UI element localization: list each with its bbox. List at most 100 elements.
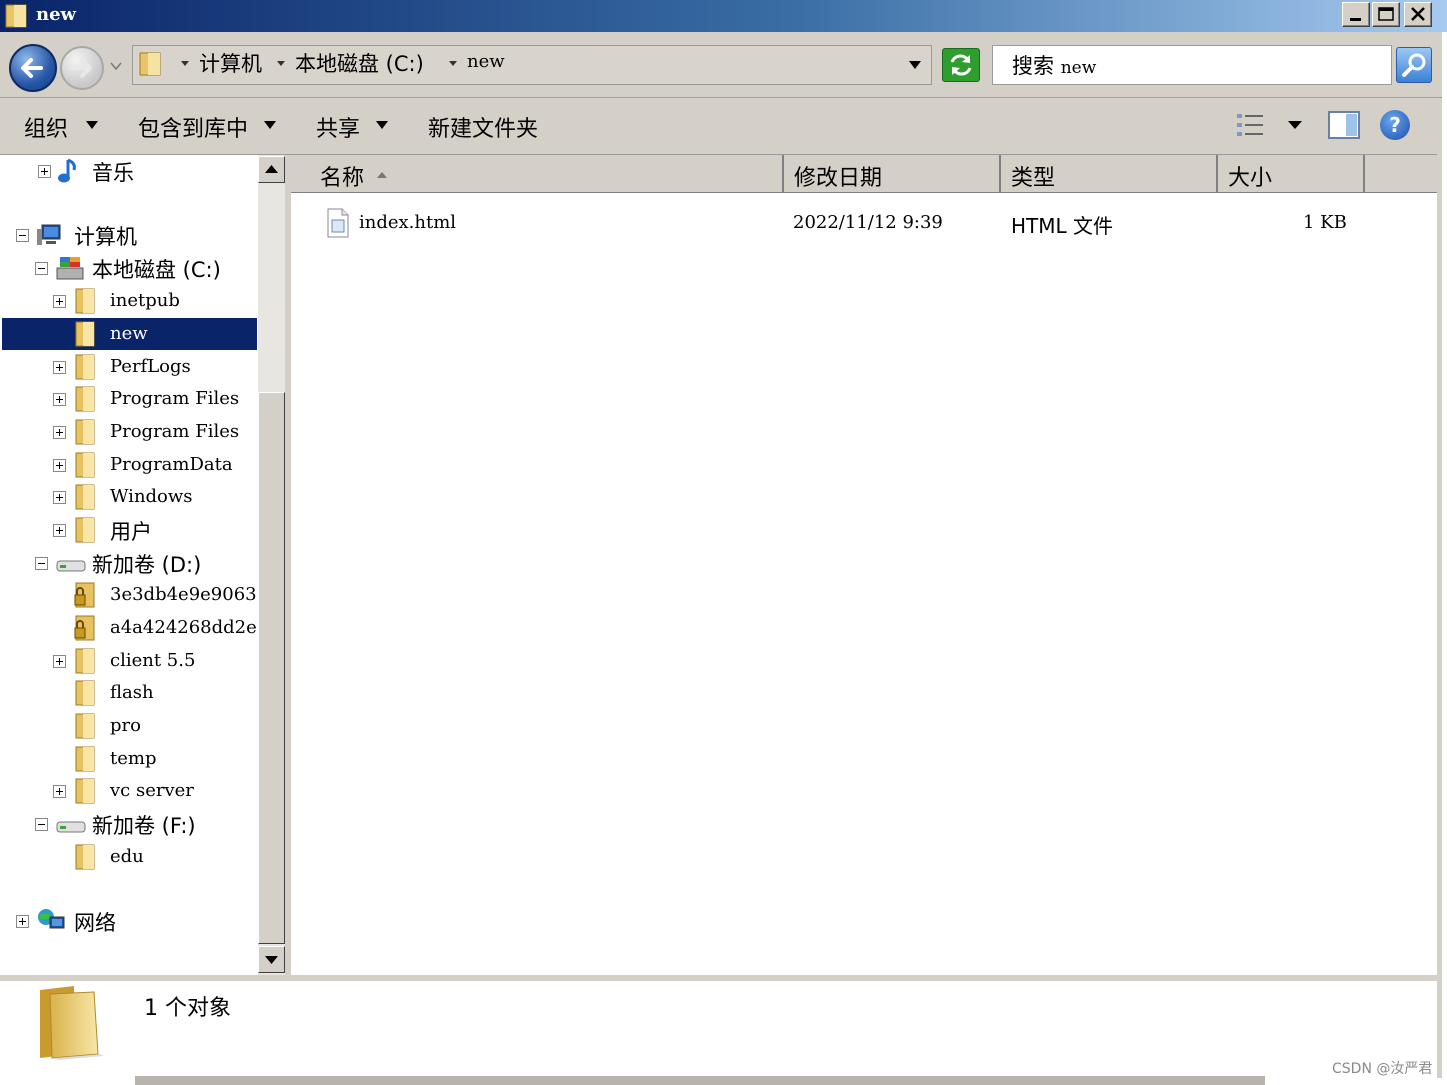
column-modified-label: 修改日期: [794, 166, 883, 191]
tree-item[interactable]: 计算机: [0, 219, 256, 251]
tree-item[interactable]: Program Files: [0, 416, 256, 448]
tree-item[interactable]: 用户: [0, 514, 256, 546]
tree-item-label: 新加卷 (D:): [92, 553, 202, 577]
tree-item[interactable]: 音乐: [0, 155, 256, 187]
breadcrumb-new[interactable]: new: [467, 51, 505, 72]
breadcrumb-computer[interactable]: 计算机: [199, 48, 262, 78]
minimize-button[interactable]: [1342, 2, 1370, 27]
tree-item-label: a4a424268dd2e': [110, 617, 258, 638]
back-button[interactable]: [9, 44, 57, 92]
chevron-down-icon[interactable]: [86, 121, 98, 129]
tree-item-label: 本地磁盘 (C:): [92, 258, 221, 282]
collapse-icon[interactable]: [35, 818, 48, 831]
locked-folder-icon: [74, 614, 98, 642]
drive-icon: [56, 810, 86, 838]
file-list[interactable]: [291, 155, 1437, 975]
help-icon[interactable]: ?: [1380, 110, 1410, 140]
tree-item-label: new: [110, 323, 148, 344]
chevron-down-icon[interactable]: [376, 121, 388, 129]
tree-item[interactable]: edu: [0, 841, 256, 873]
tree-item[interactable]: Windows: [0, 481, 256, 513]
address-history-dropdown-icon[interactable]: [908, 60, 922, 70]
tree-item[interactable]: 网络: [0, 905, 256, 937]
tree-item[interactable]: flash: [0, 677, 256, 709]
tree-item[interactable]: ProgramData: [0, 449, 256, 481]
forward-button[interactable]: [60, 46, 104, 90]
chevron-down-icon[interactable]: [448, 60, 458, 68]
expand-icon[interactable]: [53, 361, 66, 374]
expand-icon[interactable]: [53, 295, 66, 308]
view-dropdown-icon[interactable]: [1288, 121, 1302, 129]
expand-icon[interactable]: [53, 459, 66, 472]
search-button[interactable]: [1396, 47, 1432, 83]
search-placeholder: 搜索 new: [1012, 50, 1096, 80]
chevron-down-icon[interactable]: [264, 121, 276, 129]
expand-icon[interactable]: [53, 426, 66, 439]
folder-icon: [139, 52, 161, 76]
chevron-down-icon[interactable]: [180, 60, 190, 68]
expand-icon[interactable]: [53, 655, 66, 668]
scroll-down-button[interactable]: [258, 946, 285, 973]
tree-item[interactable]: 本地磁盘 (C:): [0, 252, 256, 284]
tree-item[interactable]: new: [2, 318, 257, 350]
window-title: new: [36, 4, 77, 25]
close-button[interactable]: [1404, 2, 1432, 27]
tree-item[interactable]: pro: [0, 710, 256, 742]
collapse-icon[interactable]: [35, 557, 48, 570]
tree-item-label: Program Files: [110, 421, 240, 442]
collapse-icon[interactable]: [35, 262, 48, 275]
window-border: [1437, 98, 1442, 1078]
tree-item[interactable]: 新加卷 (F:): [0, 808, 256, 840]
tree-item[interactable]: a4a424268dd2e': [0, 612, 258, 644]
include-in-library-menu[interactable]: 包含到库中: [138, 111, 248, 143]
folder-icon: [74, 418, 98, 446]
expand-icon[interactable]: [53, 524, 66, 537]
tree-item-label: ProgramData: [110, 454, 233, 475]
folder-icon: [74, 385, 98, 413]
organize-menu[interactable]: 组织: [24, 111, 68, 143]
expand-icon[interactable]: [53, 393, 66, 406]
tree-item[interactable]: 新加卷 (D:): [0, 547, 256, 579]
file-modified: 2022/11/12 9:39: [793, 212, 943, 233]
share-menu[interactable]: 共享: [316, 111, 360, 143]
collapse-icon[interactable]: [16, 229, 29, 242]
drive-icon: [56, 549, 86, 577]
tree-item[interactable]: PerfLogs: [0, 351, 256, 383]
new-folder-button[interactable]: 新建文件夹: [428, 111, 538, 143]
tree-item[interactable]: inetpub: [0, 285, 256, 317]
folder-icon: [74, 353, 98, 381]
maximize-button[interactable]: [1372, 2, 1400, 27]
recent-pages-dropdown-icon[interactable]: [110, 60, 122, 72]
refresh-button[interactable]: [942, 48, 980, 82]
tree-item[interactable]: vc server: [0, 775, 256, 807]
scrollbar-thumb[interactable]: [258, 392, 285, 944]
folder-icon: [74, 712, 98, 740]
expand-icon[interactable]: [16, 915, 29, 928]
chevron-down-icon[interactable]: [276, 60, 286, 68]
folder-icon: [74, 843, 98, 871]
window-bottom-edge: [135, 1076, 1265, 1085]
tree-item-label: 新加卷 (F:): [92, 814, 196, 838]
title-bar[interactable]: [0, 0, 1447, 32]
tree-item-label: Program Files: [110, 388, 240, 409]
scroll-up-button[interactable]: [258, 156, 285, 183]
folder-icon: [74, 647, 98, 675]
tree-item-label: 用户: [110, 520, 152, 544]
tree-item[interactable]: client 5.5: [0, 645, 256, 677]
tree-item[interactable]: 3e3db4e9e9063:: [0, 579, 258, 611]
column-header-name[interactable]: [291, 155, 784, 193]
breadcrumb-local-disk[interactable]: 本地磁盘 (C:): [295, 48, 424, 78]
expand-icon[interactable]: [38, 165, 51, 178]
navigation-pane[interactable]: 音乐计算机本地磁盘 (C:) inetpub new PerfLogs Program …: [0, 155, 258, 975]
folder-icon: [74, 320, 98, 348]
expand-icon[interactable]: [53, 491, 66, 504]
tree-item-label: PerfLogs: [110, 356, 191, 377]
folder-icon: [74, 483, 98, 511]
tree-item[interactable]: Program Files: [0, 383, 256, 415]
preview-pane-icon[interactable]: [1328, 111, 1360, 139]
tree-item[interactable]: temp: [0, 743, 256, 775]
search-icon: [1402, 53, 1426, 77]
view-options-icon[interactable]: [1236, 112, 1266, 138]
file-name[interactable]: index.html: [359, 212, 456, 233]
expand-icon[interactable]: [53, 785, 66, 798]
